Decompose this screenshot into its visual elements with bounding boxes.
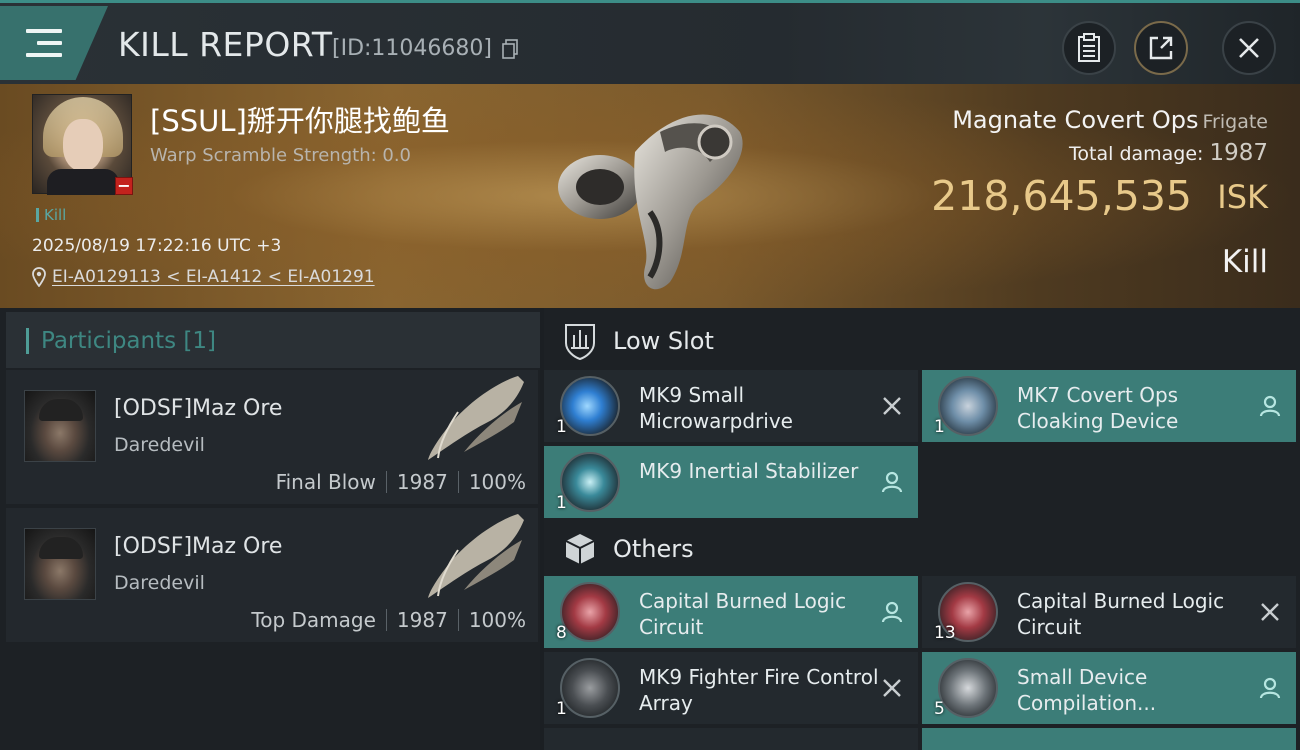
participant-ship-image — [428, 514, 524, 598]
item-fire-control-array-icon — [560, 658, 620, 718]
participant-damage: 1987 — [396, 608, 448, 632]
participant-ship: Daredevil — [114, 572, 205, 594]
isk-value: 218,645,535 — [931, 172, 1192, 220]
participant-avatar — [24, 528, 96, 600]
item-quantity: 1 — [556, 699, 567, 719]
close-icon — [883, 679, 901, 697]
item-quantity: 5 — [934, 699, 945, 719]
person-icon — [1259, 677, 1281, 699]
external-link-icon — [1149, 36, 1173, 60]
participant-ship-image — [428, 376, 524, 460]
close-icon — [883, 397, 901, 415]
cube-icon — [565, 534, 595, 564]
item-quantity: 8 — [556, 623, 567, 643]
total-damage: Total damage: 1987 — [1069, 140, 1268, 166]
ship-class: Frigate — [1202, 111, 1268, 133]
participant-stats: Top Damage 1987 100% — [251, 608, 526, 632]
export-button[interactable] — [1134, 21, 1188, 75]
item-row-partial[interactable] — [544, 728, 918, 750]
person-icon — [1259, 395, 1281, 417]
item-name: Capital Burned Logic Circuit — [639, 589, 847, 639]
item-name: Capital Burned Logic Circuit — [1017, 589, 1225, 639]
low-slot-header: Low Slot — [544, 312, 1300, 370]
others-title: Others — [613, 535, 694, 563]
menu-button[interactable] — [0, 6, 108, 80]
ship-image — [558, 114, 743, 290]
clipboard-button[interactable] — [1062, 21, 1116, 75]
item-microwarpdrive-icon — [560, 376, 620, 436]
kill-tag: Kill — [36, 206, 66, 224]
hostile-badge-icon: − — [115, 177, 133, 195]
page-title: KILL REPORT — [118, 25, 333, 64]
item-row[interactable]: 8 Capital Burned Logic Circuit — [544, 576, 918, 648]
item-quantity: 1 — [556, 417, 567, 437]
item-row[interactable]: 1 MK7 Covert Ops Cloaking Device — [922, 370, 1296, 442]
item-name: MK9 Inertial Stabilizer — [639, 459, 859, 483]
participant-percent: 100% — [468, 608, 526, 632]
item-inertial-stabilizer-icon — [560, 452, 620, 512]
kill-timestamp: 2025/08/19 17:22:16 UTC +3 — [32, 236, 282, 256]
isk-unit: ISK — [1217, 178, 1268, 216]
item-row[interactable]: 1 MK9 Small Microwarpdrive — [544, 370, 918, 442]
participant-role: Final Blow — [275, 470, 376, 494]
person-icon — [881, 601, 903, 623]
item-logic-circuit-icon — [560, 582, 620, 642]
hamburger-icon — [26, 29, 62, 57]
others-header: Others — [544, 520, 1300, 578]
item-name: Small Device Compilation... — [1017, 665, 1157, 715]
participant-card[interactable]: [ODSF]Maz Ore Daredevil Final Blow 1987 … — [6, 370, 538, 504]
participant-name: [ODSF]Maz Ore — [114, 534, 283, 559]
close-icon — [1239, 38, 1259, 58]
item-row-partial[interactable] — [922, 728, 1296, 750]
participant-role: Top Damage — [251, 608, 376, 632]
item-cloaking-device-icon — [938, 376, 998, 436]
participant-percent: 100% — [468, 470, 526, 494]
item-quantity: 1 — [556, 493, 567, 513]
report-id: [ID:11046680] — [332, 36, 492, 61]
participant-name: [ODSF]Maz Ore — [114, 396, 283, 421]
items-panel: Low Slot 1 MK9 Small Microwarpdrive 1 MK… — [544, 308, 1300, 750]
participants-title: Participants [1] — [41, 328, 216, 354]
low-slot-title: Low Slot — [613, 327, 714, 355]
participant-damage: 1987 — [396, 470, 448, 494]
copy-icon[interactable] — [502, 39, 518, 59]
participant-ship: Daredevil — [114, 434, 205, 456]
item-name: MK9 Small Microwarpdrive — [639, 383, 793, 433]
item-row[interactable]: 1 MK9 Fighter Fire Control Array — [544, 652, 918, 724]
location-link[interactable]: EI-A0129113 < EI-A1412 < EI-A01291 — [32, 267, 375, 287]
item-row[interactable]: 1 MK9 Inertial Stabilizer — [544, 446, 918, 518]
item-quantity: 1 — [934, 417, 945, 437]
person-icon — [881, 471, 903, 493]
item-row[interactable]: 5 Small Device Compilation... — [922, 652, 1296, 724]
item-device-compilation-icon — [938, 658, 998, 718]
warp-scramble-strength: Warp Scramble Strength: 0.0 — [150, 145, 412, 166]
victim-name[interactable]: [SSUL]掰开你腿找鲍鱼 — [150, 98, 450, 140]
participant-card[interactable]: [ODSF]Maz Ore Daredevil Top Damage 1987 … — [6, 508, 538, 642]
top-bar: KILL REPORT [ID:11046680] — [0, 0, 1300, 84]
result-label: Kill — [1221, 244, 1268, 280]
location-pin-icon — [32, 267, 46, 287]
item-name: MK7 Covert Ops Cloaking Device — [1017, 383, 1179, 433]
victim-summary: − [SSUL]掰开你腿找鲍鱼 Warp Scramble Strength: … — [0, 84, 1300, 308]
participants-header[interactable]: Participants [1] — [6, 312, 540, 368]
item-quantity: 13 — [934, 623, 956, 643]
ship-name[interactable]: Magnate Covert Ops Frigate — [952, 106, 1268, 134]
close-icon — [1261, 603, 1279, 621]
item-name: MK9 Fighter Fire Control Array — [639, 665, 879, 715]
item-row[interactable]: 13 Capital Burned Logic Circuit — [922, 576, 1296, 648]
participant-stats: Final Blow 1987 100% — [276, 470, 526, 494]
close-button[interactable] — [1222, 21, 1276, 75]
clipboard-icon — [1078, 33, 1100, 62]
location-text: EI-A0129113 < EI-A1412 < EI-A01291 — [52, 267, 375, 287]
participants-panel: Participants [1] [ODSF]Maz Ore Daredevil… — [0, 308, 540, 750]
participant-avatar — [24, 390, 96, 462]
low-slot-shield-icon — [565, 324, 595, 361]
